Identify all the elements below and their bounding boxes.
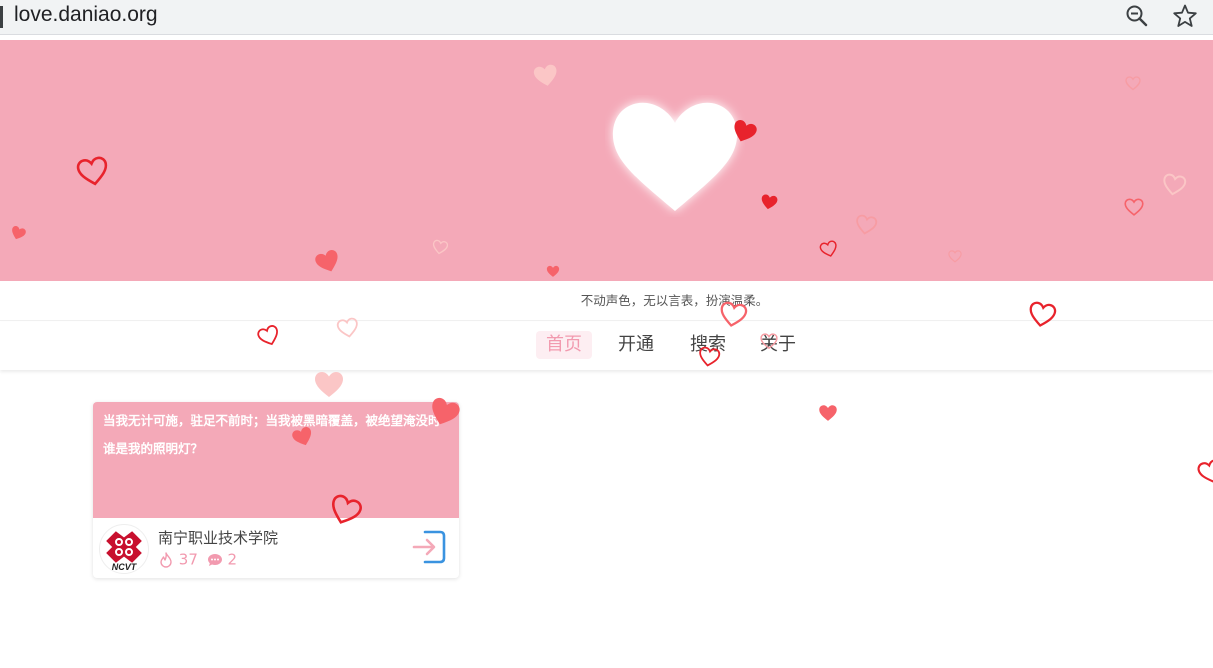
zoom-out-icon[interactable] (1124, 3, 1150, 29)
address-bar-edge (0, 6, 3, 28)
school-logo: NCVT (99, 524, 149, 574)
confession-card[interactable]: 当我无计可施，驻足不前时；当我被黑暗覆盖，被绝望淹没时 谁是我的照明灯？ NCV… (93, 402, 459, 578)
card-message: 当我无计可施，驻足不前时；当我被黑暗覆盖，被绝望淹没时 谁是我的照明灯？ (103, 413, 441, 456)
url-text[interactable]: love.daniao.org (14, 3, 158, 27)
big-white-heart-icon (612, 102, 738, 211)
flame-icon (160, 551, 172, 568)
floating-heart-icon (819, 405, 837, 421)
divider (0, 320, 1213, 321)
school-name: 南宁职业技术学院 (158, 529, 279, 547)
comment-count: 2 (227, 550, 237, 569)
browser-address-bar: love.daniao.org (0, 0, 1213, 35)
card-stats: 37 2 (158, 550, 237, 569)
nav-item-open[interactable]: 开通 (608, 331, 664, 359)
nav-item-home[interactable]: 首页 (536, 331, 592, 359)
like-count: 37 (178, 550, 198, 569)
logo-text: NCVT (112, 562, 138, 572)
main-nav: 首页 开通 搜索 关于 (0, 322, 1213, 370)
floating-heart-icon (315, 372, 343, 397)
nav-item-search[interactable]: 搜索 (680, 331, 736, 359)
hero-banner (0, 40, 1213, 281)
enter-button[interactable] (411, 529, 447, 565)
site-motto: 不动声色，无以言表，扮演温柔。 (580, 293, 769, 308)
card-header: 当我无计可施，驻足不前时；当我被黑暗覆盖，被绝望淹没时 谁是我的照明灯？ (93, 402, 459, 518)
chat-bubble-icon (207, 553, 222, 566)
nav-item-about[interactable]: 关于 (750, 331, 806, 359)
bookmark-star-icon[interactable] (1172, 3, 1198, 29)
floating-heart-icon (1197, 459, 1213, 483)
enter-arrow-icon (412, 530, 446, 564)
